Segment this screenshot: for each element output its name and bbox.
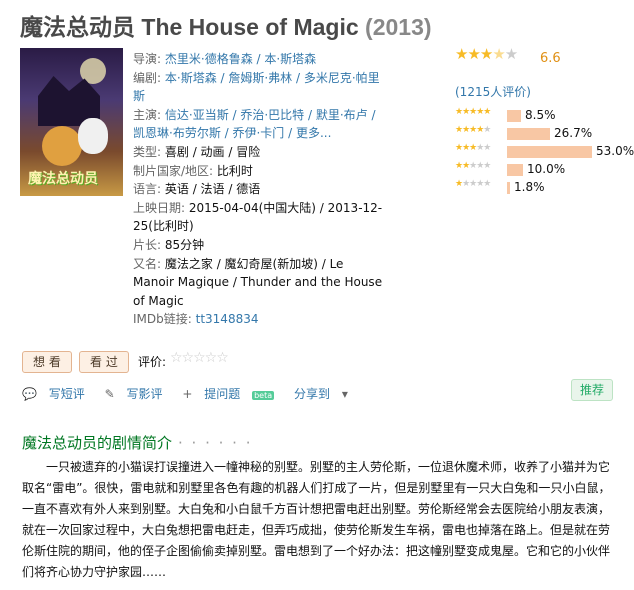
info-imdb: IMDb链接: tt3148834 (133, 312, 259, 327)
synopsis-text: 一只被遗弃的小猫误打误撞进入一幢神秘的别墅。别墅的主人劳伦斯，一位退休魔术师，收… (22, 460, 611, 579)
recommend-button[interactable]: 推荐 (571, 379, 613, 401)
rating-row-percent: 10.0% (527, 162, 566, 176)
rating-row-bar (507, 182, 510, 194)
title-year: (2013) (365, 14, 432, 40)
rating-row-stars-icon: ★★★★★ (455, 107, 491, 117)
rating-score: 6.6 (540, 51, 561, 66)
rating-row-stars-icon: ★★★★★ (455, 125, 491, 135)
plus-icon: + (182, 387, 193, 401)
poster-rabbit (78, 118, 108, 154)
movie-poster[interactable]: 魔法总动员 (20, 48, 123, 196)
info-director: 导演: 杰里米·德格鲁森 / 本·斯塔森 (133, 52, 317, 66)
rate-label: 评价: (138, 355, 167, 369)
rating-row-1-star: ★★★★★ 1.8% (455, 179, 625, 196)
rating-row-stars-icon: ★★★★★ (455, 143, 491, 153)
page-title: 魔法总动员 The House of Magic (2013) (20, 8, 432, 42)
info-runtime: 片长: 85分钟 (133, 237, 205, 252)
title-en: The House of Magic (141, 14, 359, 40)
director-link[interactable]: 杰里米·德格鲁森 / 本·斯塔森 (165, 52, 316, 66)
write-short-review[interactable]: 💬 写短评 (22, 387, 93, 401)
info-language: 语言: 英语 / 法语 / 德语 (133, 182, 261, 197)
rate-stars-input[interactable]: ☆☆☆☆☆ (170, 350, 229, 366)
ask-question[interactable]: + 提问题 beta (182, 387, 282, 401)
action-bar: 💬 写短评 ✎ 写影评 + 提问题 beta 分享到 ▾ (22, 385, 364, 402)
rating-row-percent: 1.8% (514, 180, 545, 194)
rating-votes[interactable]: (1215人评价) (455, 83, 531, 100)
beta-badge: beta (252, 391, 275, 400)
chevron-down-icon: ▾ (341, 387, 348, 401)
rating-row-bar (507, 110, 521, 122)
poster-title: 魔法总动员 (28, 171, 98, 187)
rating-row-5-star: ★★★★★ 8.5% (455, 107, 625, 124)
rating-row-stars-icon: ★★★★★ (455, 161, 491, 171)
rating-row-bar (507, 146, 592, 158)
rating-panel: ★★★★★ 6.6 (1215人评价) ★★★★★ 8.5% ★★★★★ 26.7% ★… (455, 45, 634, 194)
movie-info: 导演: 杰里米·德格鲁森 / 本·斯塔森 编剧: 本·斯塔森 / 詹姆斯·弗林 … (133, 50, 388, 329)
rating-row-percent: 26.7% (554, 126, 593, 140)
imdb-link[interactable]: tt3148834 (196, 312, 259, 326)
write-review[interactable]: ✎ 写影评 (105, 387, 171, 401)
cast-link[interactable]: 信达·亚当斯 / 乔治·巴比特 / 默里·布卢 / 凯恩琳·布劳尔斯 / 乔伊·… (133, 108, 376, 141)
info-genre: 类型: 喜剧 / 动画 / 冒险 (133, 144, 261, 159)
rating-row-4-star: ★★★★★ 26.7% (455, 125, 625, 142)
rating-row-bar (507, 128, 550, 140)
rating-row-2-star: ★★★★★ 10.0% (455, 161, 625, 178)
title-zh: 魔法总动员 (20, 14, 135, 40)
writer-link[interactable]: 本·斯塔森 / 詹姆斯·弗林 / 多米尼克·帕里斯 (133, 71, 380, 104)
rating-row-3-star: ★★★★★ 53.0% (455, 143, 634, 160)
poster-cat (42, 126, 82, 166)
info-aka: 又名: 魔法之家 / 魔幻奇屋(新加坡) / Le Manoir Magique… (133, 256, 383, 308)
synopsis-heading: 魔法总动员的剧情简介 · · · · · · (22, 434, 253, 452)
rating-row-bar (507, 164, 523, 176)
rating-row-percent: 53.0% (596, 144, 634, 158)
want-to-watch-button[interactable]: 想 看 (22, 351, 72, 373)
info-cast: 主演: 信达·亚当斯 / 乔治·巴比特 / 默里·布卢 / 凯恩琳·布劳尔斯 /… (133, 107, 376, 141)
rating-row-percent: 8.5% (525, 108, 556, 122)
rating-row-stars-icon: ★★★★★ (455, 179, 491, 189)
share-to[interactable]: 分享到 ▾ (294, 387, 356, 401)
info-release: 上映日期: 2015-04-04(中国大陆) / 2013-12-25(比利时) (133, 200, 383, 234)
pencil-icon: ✎ (104, 387, 115, 401)
info-writer: 编剧: 本·斯塔森 / 詹姆斯·弗林 / 多米尼克·帕里斯 (133, 70, 380, 104)
info-country: 制片国家/地区: 比利时 (133, 163, 253, 178)
watched-button[interactable]: 看 过 (79, 351, 129, 373)
comment-icon: 💬 (22, 387, 37, 401)
